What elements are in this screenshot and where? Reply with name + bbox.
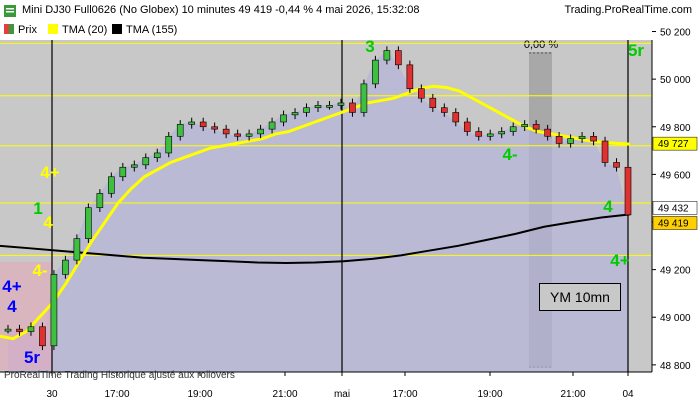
wave-label: 1 [33, 199, 42, 218]
candle-body [395, 50, 402, 66]
candle-body [165, 135, 173, 154]
candle-body [280, 114, 287, 123]
candle-body [429, 97, 437, 109]
candle-body [245, 133, 253, 137]
candle-body [16, 328, 23, 332]
footer-note: ProRealTime Trading Historique ajusté au… [4, 370, 235, 381]
x-tick-label: 17:00 [392, 389, 417, 400]
x-tick-label: 19:00 [477, 389, 502, 400]
wave-label: 3 [365, 37, 374, 56]
instrument-badge: YM 10mn [539, 283, 621, 311]
candle-body [372, 59, 379, 85]
x-tick-label: mai [334, 389, 350, 400]
y-tick-label: 49 600 [660, 170, 691, 181]
wave-label: 4- [32, 261, 47, 280]
candle-body [96, 193, 104, 209]
wave-label: 4+ [40, 163, 59, 182]
candle-body [590, 135, 597, 142]
candle-body [532, 124, 540, 130]
candle-body [234, 133, 241, 137]
candle-body [73, 238, 81, 261]
candle-body [142, 157, 150, 166]
candle-body [475, 131, 483, 137]
candle-body [601, 140, 609, 163]
wave-label: 4+ [2, 277, 21, 296]
candle-body [452, 112, 460, 123]
y-tick-label: 49 000 [660, 313, 691, 324]
wave-label: 4 [43, 213, 53, 232]
y-tick-label: 49 800 [660, 123, 691, 134]
wave-label: 5r [628, 41, 644, 60]
candle-body [108, 176, 115, 194]
candle-body [176, 124, 184, 137]
candle-body [613, 162, 620, 168]
candle-body [360, 83, 368, 113]
price-chart[interactable]: 0,00 %50 20050 00049 80049 60049 40049 2… [0, 0, 700, 400]
y-tick-label: 48 800 [660, 361, 691, 372]
y-tick-label: 50 200 [660, 28, 691, 39]
x-tick-label: 19:00 [187, 389, 212, 400]
y-tick-label: 50 000 [660, 75, 691, 86]
candle-body [418, 88, 425, 99]
candle-body [383, 50, 391, 61]
candle-body [337, 102, 345, 106]
price-tag: 49 432 [658, 203, 689, 214]
candle-body [578, 135, 586, 139]
wave-label: 5r [24, 348, 40, 367]
y-tick-label: 49 200 [660, 266, 691, 277]
candle-body [567, 138, 574, 144]
candle-body [314, 105, 322, 109]
candle-body [498, 131, 506, 135]
x-tick-label: 30 [46, 389, 58, 400]
candle-body [486, 133, 494, 137]
candle-body [303, 107, 310, 113]
price-tag: 49 419 [658, 218, 689, 229]
candle-body [153, 152, 161, 159]
candle-body [85, 207, 92, 239]
candle-body [326, 105, 333, 108]
candle-body [555, 135, 563, 144]
candle-body [130, 164, 138, 168]
zoom-label: 0,00 % [524, 39, 558, 51]
candle-body [624, 166, 632, 216]
wave-label: 4+ [610, 251, 629, 270]
candle-body [39, 326, 46, 347]
candle-body [544, 128, 551, 137]
candle-body [27, 326, 35, 332]
candle-body [199, 121, 207, 128]
candle-body [406, 64, 414, 89]
x-tick-label: 17:00 [104, 389, 129, 400]
x-tick-label: 21:00 [272, 389, 297, 400]
candle-body [119, 166, 127, 178]
candle-body [349, 102, 356, 113]
candle-body [268, 121, 276, 130]
candle-body [62, 259, 69, 275]
wave-label: 4 [603, 197, 613, 216]
candle-body [257, 128, 264, 135]
candle-body [222, 128, 230, 135]
chart-window: { "header": { "title": "Mini DJ30 Full06… [0, 0, 700, 400]
wave-label: 4 [7, 297, 17, 316]
price-tag: 49 727 [658, 139, 689, 150]
wave-label: 4- [502, 145, 517, 164]
candle-body [521, 124, 528, 128]
candle-body [188, 121, 196, 125]
candle-body [211, 126, 218, 130]
candle-body [463, 121, 471, 132]
x-tick-label: 21:00 [560, 389, 585, 400]
candle-body [509, 126, 517, 132]
candle-body [50, 274, 58, 347]
candle-body [4, 328, 12, 332]
candle-body [440, 107, 448, 113]
x-tick-label: 04 [622, 389, 634, 400]
candle-body [291, 112, 299, 116]
